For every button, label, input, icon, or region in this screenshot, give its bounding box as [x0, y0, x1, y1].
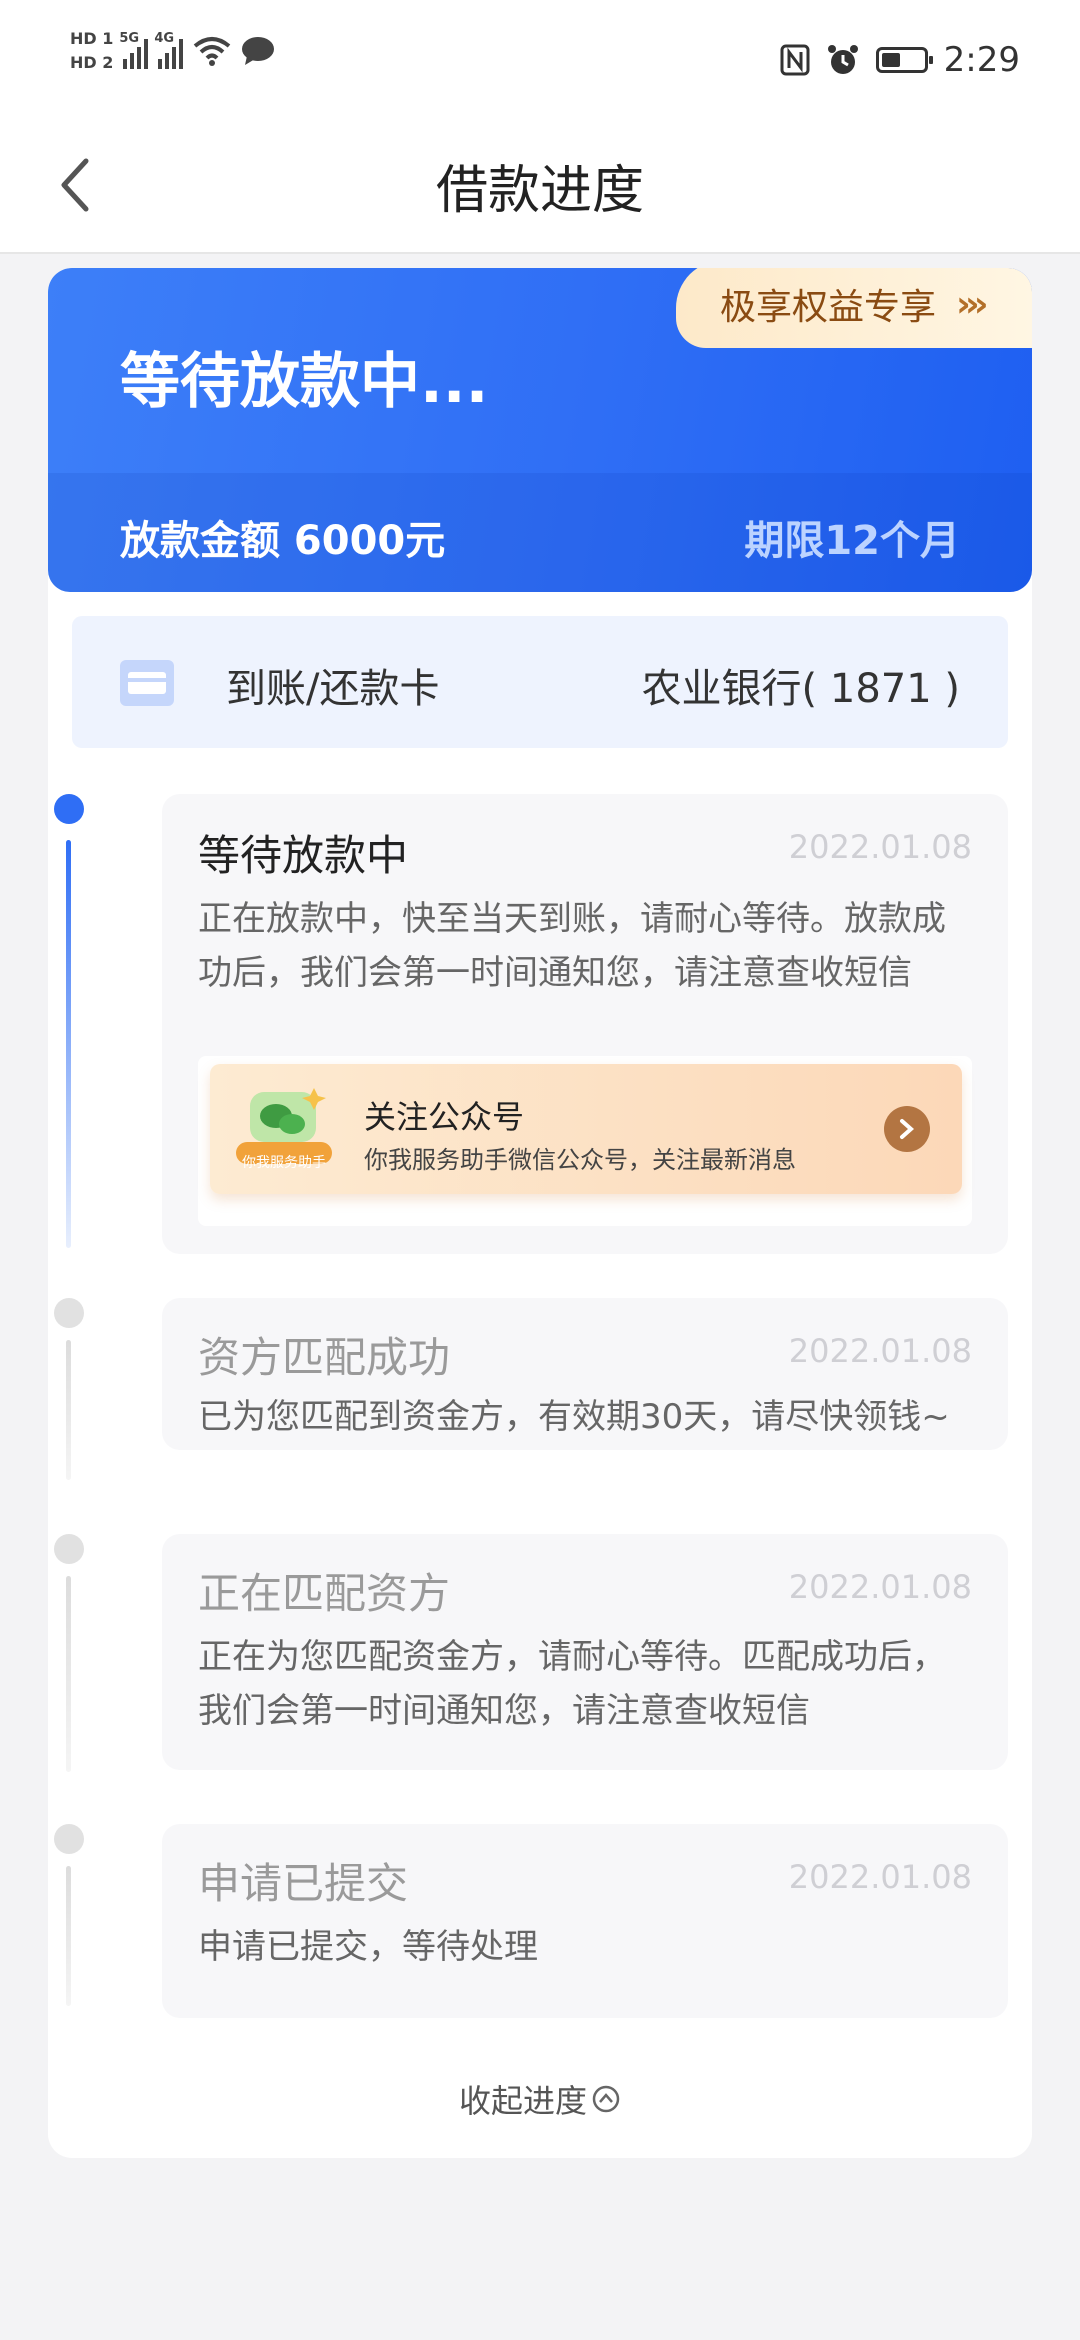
nav-header: 借款进度 — [0, 120, 1080, 254]
network-4g-label: 4G — [154, 31, 175, 46]
step-title: 正在匹配资方 — [198, 1569, 451, 1618]
sim2-label: HD 2 — [70, 53, 114, 72]
timeline-line — [66, 1340, 71, 1480]
bank-label: 到账/还款卡 — [226, 666, 440, 712]
timeline-line — [66, 1576, 71, 1772]
timeline-line — [66, 840, 71, 1248]
signal-icon: 5G — [119, 31, 149, 69]
step-desc: 正在放款中，快至当天到账，请耐心等待。放款成功后，我们会第一时间通知您，请注意查… — [198, 899, 946, 993]
card-icon — [120, 660, 174, 706]
timeline-step: 申请已提交 2022.01.08 申请已提交，等待处理 — [162, 1824, 1008, 2018]
arrow-right-icon — [884, 1106, 930, 1152]
bank-card-row[interactable]: 到账/还款卡 农业银行( 1871 ) — [72, 616, 1008, 748]
alarm-icon — [827, 45, 858, 74]
follow-title: 关注公众号 — [364, 1098, 525, 1136]
battery-fill — [881, 53, 900, 67]
collapse-progress-button[interactable]: 收起进度 — [48, 2076, 1032, 2122]
network-5g-label: 5G — [119, 31, 140, 46]
status-right: 2:29 — [780, 40, 1020, 80]
step-title: 资方匹配成功 — [198, 1333, 451, 1382]
signal-icon: 4G — [154, 31, 184, 69]
battery-icon — [875, 47, 933, 73]
perk-label: 极享权益专享 — [720, 287, 937, 328]
timeline-dot — [54, 1298, 84, 1328]
loan-term: 期限12个月 — [744, 518, 960, 564]
message-icon — [242, 37, 275, 65]
step-title: 等待放款中 — [198, 831, 409, 880]
sim1-label: HD 1 — [70, 29, 114, 48]
collapse-label: 收起进度 — [458, 2082, 587, 2120]
sim-indicators: HD 1 HD 2 — [70, 30, 113, 72]
loan-amount: 放款金额 6000元 — [120, 518, 446, 564]
follow-subtitle: 你我服务助手微信公众号，关注最新消息 — [364, 1146, 796, 1174]
step-date: 2022.01.08 — [788, 1858, 972, 1896]
progress-card: 等待放款中... 放款金额 6000元 期限12个月 极享权益专享 ››› 到账… — [48, 268, 1032, 2158]
timeline-dot — [54, 1534, 84, 1564]
step-desc: 正在为您匹配资金方，请耐心等待。匹配成功后，我们会第一时间通知您，请注意查收短信 — [198, 1637, 946, 1731]
step-title: 申请已提交 — [198, 1859, 409, 1908]
perk-badge-button[interactable]: 极享权益专享 ››› — [676, 268, 1032, 348]
wifi-icon — [194, 37, 231, 66]
timeline-step: 资方匹配成功 2022.01.08 已为您匹配到资金方，有效期30天，请尽快领钱… — [162, 1298, 1008, 1450]
status-bar: HD 1 HD 2 5G 4G 2:29 — [0, 0, 1080, 120]
timeline-step: 正在匹配资方 2022.01.08 正在为您匹配资金方，请耐心等待。匹配成功后，… — [162, 1534, 1008, 1770]
clock: 2:29 — [943, 40, 1020, 80]
chevron-up-circle-icon — [592, 2085, 620, 2113]
follow-official-account-button[interactable]: 你我服务助手 关注公众号 你我服务助手微信公众号，关注最新消息 — [210, 1064, 962, 1194]
step-date: 2022.01.08 — [788, 1568, 972, 1606]
step-desc: 申请已提交，等待处理 — [198, 1927, 538, 1967]
step-date: 2022.01.08 — [788, 828, 972, 866]
follow-badge-label: 你我服务助手 — [242, 1155, 326, 1171]
triple-chevron-icon: ››› — [956, 283, 988, 325]
timeline-dot-active — [54, 794, 84, 824]
timeline-line — [66, 1866, 71, 2006]
timeline-dot — [54, 1824, 84, 1854]
nfc-icon — [780, 44, 810, 76]
step-date: 2022.01.08 — [788, 1332, 972, 1370]
timeline-step: 等待放款中 2022.01.08 正在放款中，快至当天到账，请耐心等待。放款成功… — [162, 794, 1008, 1254]
bank-value: 农业银行( 1871 ) — [641, 666, 960, 712]
follow-banner-wrap: 你我服务助手 关注公众号 你我服务助手微信公众号，关注最新消息 — [198, 1056, 972, 1226]
step-desc: 已为您匹配到资金方，有效期30天，请尽快领钱~ — [198, 1397, 950, 1437]
page-title: 借款进度 — [435, 161, 644, 221]
status-left: HD 1 HD 2 5G 4G — [70, 30, 275, 72]
status-banner: 等待放款中... 放款金额 6000元 期限12个月 极享权益专享 ››› — [48, 268, 1032, 592]
loan-status: 等待放款中... — [120, 347, 489, 417]
